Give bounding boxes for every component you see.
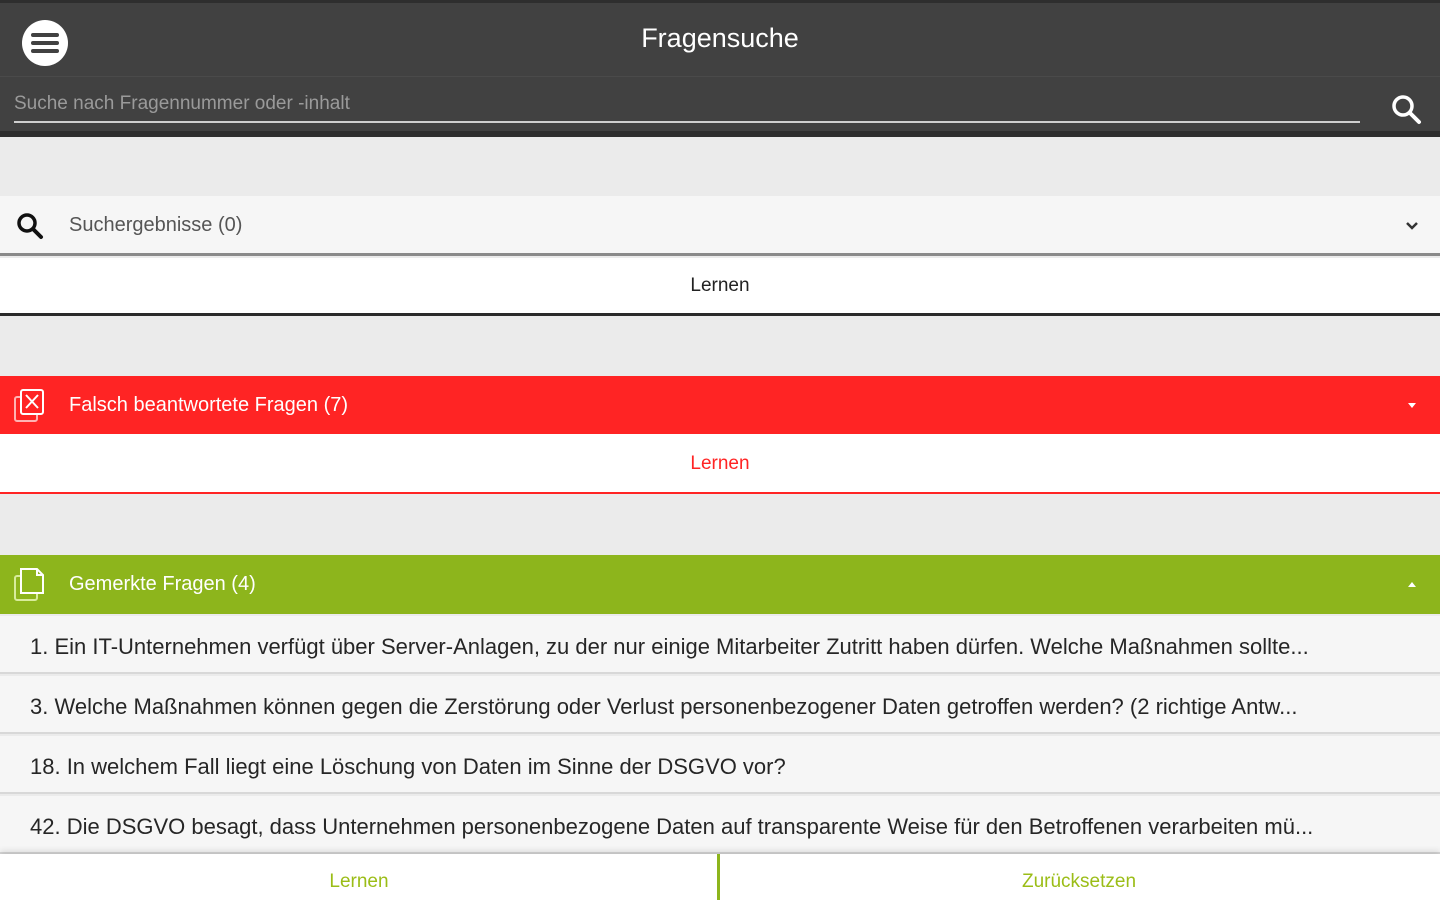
search-results-label: Suchergebnisse (0) <box>69 214 243 236</box>
wrong-answers-label: Falsch beantwortete Fragen (7) <box>69 394 349 416</box>
search-bar <box>0 76 1440 137</box>
wrong-answers-icon <box>12 387 48 423</box>
search-icon <box>12 208 48 244</box>
search-input[interactable] <box>14 87 1360 123</box>
search-results-header[interactable]: Suchergebnisse (0) <box>0 196 1440 256</box>
search-icon[interactable] <box>1388 91 1424 127</box>
page-title: Fragensuche <box>641 23 799 53</box>
list-item[interactable]: 42. Die DSGVO besagt, dass Unternehmen p… <box>0 796 1440 854</box>
wrong-answers-learn-button[interactable]: Lernen <box>0 434 1440 494</box>
marked-questions-header[interactable]: Gemerkte Fragen (4) <box>0 555 1440 614</box>
bottom-action-bar: Lernen Zurücksetzen <box>0 854 1440 900</box>
app-header: Fragensuche <box>0 0 1440 137</box>
chevron-down-icon <box>1404 218 1420 234</box>
list-item[interactable]: 3. Welche Maßnahmen können gegen die Zer… <box>0 676 1440 734</box>
search-learn-button[interactable]: Lernen <box>0 258 1440 316</box>
chevron-up-icon <box>1404 576 1420 592</box>
marked-questions-label: Gemerkte Fragen (4) <box>69 573 256 595</box>
wrong-answers-header[interactable]: Falsch beantwortete Fragen (7) <box>0 376 1440 434</box>
title-row: Fragensuche <box>0 0 1440 76</box>
learn-button[interactable]: Lernen <box>0 854 718 900</box>
list-item[interactable]: 1. Ein IT-Unternehmen verfügt über Serve… <box>0 616 1440 674</box>
header-divider <box>0 131 1440 137</box>
bookmarked-pages-icon <box>12 566 48 602</box>
chevron-down-icon <box>1404 397 1420 413</box>
reset-button[interactable]: Zurücksetzen <box>720 854 1438 900</box>
list-item[interactable]: 18. In welchem Fall liegt eine Löschung … <box>0 736 1440 794</box>
